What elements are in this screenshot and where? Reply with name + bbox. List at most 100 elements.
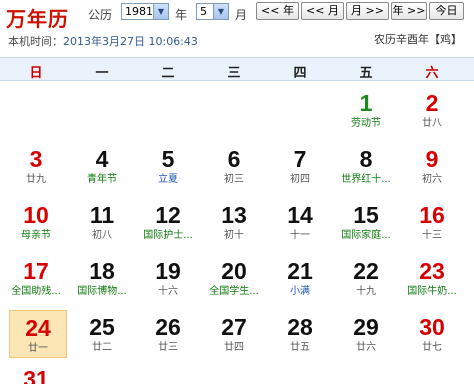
day-cell[interactable]: 10 母亲节 bbox=[3, 198, 69, 252]
day-cell[interactable]: 8 世界红十... bbox=[333, 142, 399, 196]
day-cell[interactable]: 28 廿五 bbox=[267, 310, 333, 364]
day-lunar: 廿四 bbox=[224, 342, 244, 353]
day-cell[interactable]: 23 国际牛奶... bbox=[399, 254, 465, 308]
day-number: 25 bbox=[89, 314, 115, 340]
day-cell[interactable]: 12 国际护士... bbox=[135, 198, 201, 252]
month-select-value: 5 bbox=[200, 5, 207, 18]
day-lunar: 国际博物... bbox=[77, 286, 127, 297]
weekday-mon: 一 bbox=[95, 66, 109, 81]
day-cell[interactable]: 30 廿七 bbox=[399, 310, 465, 364]
day-number: 22 bbox=[353, 258, 379, 284]
day-lunar: 十六 bbox=[158, 286, 178, 297]
day-number: 5 bbox=[161, 146, 175, 172]
weekday-sat: 六 bbox=[425, 66, 439, 81]
day-lunar: 国际护士... bbox=[143, 230, 193, 241]
day-number: 17 bbox=[23, 258, 49, 284]
year-label: 年 bbox=[175, 8, 188, 22]
day-cell[interactable]: 20 全国学生... bbox=[201, 254, 267, 308]
day-cell[interactable]: 1 劳动节 bbox=[333, 86, 399, 140]
day-lunar: 廿九 bbox=[26, 174, 46, 185]
day-number: 30 bbox=[419, 314, 445, 340]
day-cell[interactable]: 7 初四 bbox=[267, 142, 333, 196]
next-month-button[interactable]: 月 >> bbox=[346, 2, 389, 20]
day-cell[interactable]: 29 廿六 bbox=[333, 310, 399, 364]
local-time: 本机时间：2013年3月27日 10:06:43 bbox=[8, 33, 198, 49]
year-select-value: 1981 bbox=[125, 5, 153, 18]
day-number: 24 bbox=[25, 315, 51, 341]
weekday-wed: 三 bbox=[227, 66, 241, 81]
day-cell[interactable]: 31 bbox=[3, 362, 69, 384]
day-number: 26 bbox=[155, 314, 181, 340]
day-lunar: 初十 bbox=[224, 230, 244, 241]
day-lunar: 全国学生... bbox=[209, 286, 259, 297]
day-cell[interactable]: 2 廿八 bbox=[399, 86, 465, 140]
day-cell[interactable]: 16 十三 bbox=[399, 198, 465, 252]
day-lunar: 母亲节 bbox=[21, 230, 51, 241]
weekday-tue: 二 bbox=[161, 66, 175, 81]
gongli-label: 公历 bbox=[88, 8, 113, 22]
today-button[interactable]: 今日 bbox=[429, 2, 464, 20]
day-lunar: 全国助残... bbox=[11, 286, 61, 297]
day-cell[interactable]: 27 廿四 bbox=[201, 310, 267, 364]
lunar-year: 农历辛酉年【鸡】 bbox=[374, 33, 462, 46]
day-cell[interactable]: 22 十九 bbox=[333, 254, 399, 308]
day-cell[interactable]: 15 国际家庭... bbox=[333, 198, 399, 252]
next-year-button[interactable]: 年 >> bbox=[391, 2, 427, 20]
day-cell[interactable]: 17 全国助残... bbox=[3, 254, 69, 308]
day-lunar: 廿一 bbox=[28, 343, 48, 354]
day-lunar: 廿二 bbox=[92, 342, 112, 353]
day-number: 11 bbox=[89, 202, 115, 228]
day-lunar: 立夏 bbox=[158, 174, 178, 185]
chevron-down-icon[interactable]: ▼ bbox=[213, 4, 228, 19]
day-lunar: 国际家庭... bbox=[341, 230, 391, 241]
day-cell-today[interactable]: 24 廿一 bbox=[9, 310, 67, 358]
day-number: 28 bbox=[287, 314, 313, 340]
day-lunar: 十三 bbox=[422, 230, 442, 241]
day-number: 2 bbox=[425, 90, 439, 116]
local-time-label: 本机时间： bbox=[8, 35, 63, 48]
day-cell[interactable]: 21 小满 bbox=[267, 254, 333, 308]
day-lunar: 初八 bbox=[92, 230, 112, 241]
year-select[interactable]: 1981 ▼ bbox=[121, 3, 169, 20]
prev-year-button[interactable]: << 年 bbox=[256, 2, 299, 20]
chevron-down-icon[interactable]: ▼ bbox=[153, 4, 168, 19]
day-lunar: 青年节 bbox=[87, 174, 117, 185]
day-lunar: 廿三 bbox=[158, 342, 178, 353]
month-select[interactable]: 5 ▼ bbox=[196, 3, 229, 20]
day-cell[interactable]: 13 初十 bbox=[201, 198, 267, 252]
day-lunar: 廿六 bbox=[356, 342, 376, 353]
day-number: 23 bbox=[419, 258, 445, 284]
day-lunar: 廿七 bbox=[422, 342, 442, 353]
day-cell[interactable]: 18 国际博物... bbox=[69, 254, 135, 308]
prev-month-button[interactable]: << 月 bbox=[301, 2, 344, 20]
day-number: 15 bbox=[353, 202, 379, 228]
day-number: 13 bbox=[221, 202, 247, 228]
day-number: 31 bbox=[23, 366, 49, 384]
day-cell[interactable]: 26 廿三 bbox=[135, 310, 201, 364]
month-label: 月 bbox=[235, 8, 248, 22]
day-number: 6 bbox=[227, 146, 241, 172]
day-number: 10 bbox=[23, 202, 49, 228]
day-cell[interactable]: 14 十一 bbox=[267, 198, 333, 252]
day-number: 4 bbox=[95, 146, 109, 172]
day-number: 9 bbox=[425, 146, 439, 172]
day-number: 18 bbox=[89, 258, 115, 284]
day-number: 16 bbox=[419, 202, 445, 228]
day-cell[interactable]: 3 廿九 bbox=[3, 142, 69, 196]
day-lunar: 廿八 bbox=[422, 118, 442, 129]
day-number: 3 bbox=[29, 146, 43, 172]
day-cell[interactable]: 9 初六 bbox=[399, 142, 465, 196]
day-cell[interactable]: 5 立夏 bbox=[135, 142, 201, 196]
day-number: 1 bbox=[359, 90, 373, 116]
weekday-header: 日 一 二 三 四 五 六 bbox=[0, 57, 474, 81]
day-lunar: 小满 bbox=[290, 286, 310, 297]
day-cell[interactable]: 4 青年节 bbox=[69, 142, 135, 196]
day-number: 21 bbox=[287, 258, 313, 284]
day-cell[interactable]: 6 初三 bbox=[201, 142, 267, 196]
day-lunar: 初六 bbox=[422, 174, 442, 185]
day-cell[interactable]: 25 廿二 bbox=[69, 310, 135, 364]
day-cell[interactable]: 11 初八 bbox=[69, 198, 135, 252]
day-cell[interactable]: 19 十六 bbox=[135, 254, 201, 308]
day-number: 7 bbox=[293, 146, 307, 172]
day-lunar: 十九 bbox=[356, 286, 376, 297]
